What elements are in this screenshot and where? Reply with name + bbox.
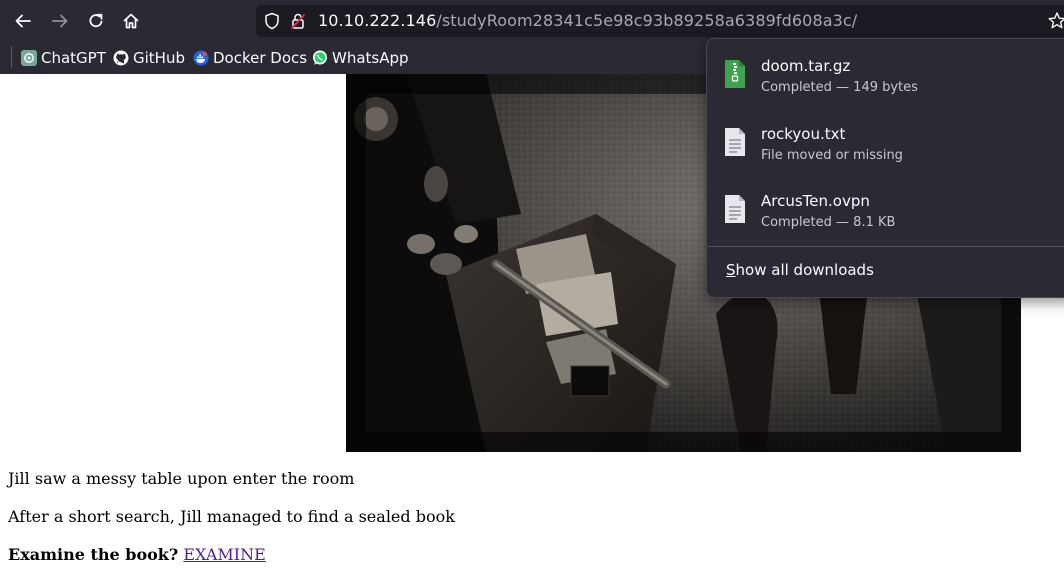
address-bar[interactable]: 10.10.222.146/studyRoom28341c5e98c93b892… — [256, 5, 1064, 37]
downloads-divider — [707, 246, 1064, 247]
download-filename: ArcusTen.ovpn — [761, 192, 870, 210]
story-line-2: After a short search, Jill managed to fi… — [8, 507, 455, 526]
github-icon — [113, 50, 129, 66]
download-status: File moved or missing — [761, 148, 903, 163]
show-all-label: how all downloads — [735, 261, 874, 279]
download-status: Completed — 149 bytes — [761, 80, 918, 95]
bookmark-label: ChatGPT — [41, 49, 106, 67]
show-all-downloads-button[interactable]: Show all downloads — [726, 261, 874, 279]
docker-icon — [193, 50, 209, 66]
bookmark-chatgpt[interactable]: ChatGPT — [21, 48, 106, 68]
examine-link[interactable]: EXAMINE — [183, 545, 265, 564]
home-icon — [123, 13, 139, 29]
insecure-lock-icon[interactable] — [289, 12, 307, 34]
bookmark-whatsapp[interactable]: WhatsApp — [312, 48, 409, 68]
url-host: 10.10.222.146 — [318, 11, 437, 30]
reload-button[interactable] — [83, 8, 109, 34]
tracking-protection-shield-icon[interactable] — [264, 12, 280, 34]
url-text[interactable]: 10.10.222.146/studyRoom28341c5e98c93b892… — [318, 11, 857, 30]
whatsapp-icon — [312, 50, 328, 66]
downloads-panel: doom.tar.gz Completed — 149 bytes rockyo… — [706, 38, 1064, 298]
forward-arrow-icon — [52, 14, 68, 28]
examine-prompt: Examine the book? EXAMINE — [8, 545, 266, 564]
bookmark-github[interactable]: GitHub — [113, 48, 185, 68]
bookmark-label: GitHub — [133, 49, 185, 67]
download-status: Completed — 8.1 KB — [761, 215, 896, 230]
home-button[interactable] — [118, 8, 144, 34]
back-button[interactable] — [10, 8, 36, 34]
bookmark-star-icon[interactable] — [1047, 11, 1064, 35]
browser-toolbar: 10.10.222.146/studyRoom28341c5e98c93b892… — [0, 0, 1064, 41]
back-arrow-icon — [15, 14, 31, 28]
bookmark-label: WhatsApp — [332, 49, 409, 67]
story-line-1: Jill saw a messy table upon enter the ro… — [8, 469, 355, 488]
show-all-accesskey: S — [726, 261, 736, 279]
examine-question: Examine the book? — [8, 545, 179, 564]
download-filename: doom.tar.gz — [761, 57, 851, 75]
download-item-rockyou[interactable]: rockyou.txt File moved or missing — [707, 118, 1064, 178]
reload-icon — [89, 13, 103, 28]
forward-button[interactable] — [47, 8, 73, 34]
download-item-ovpn[interactable]: ArcusTen.ovpn Completed — 8.1 KB — [707, 185, 1064, 245]
text-file-icon — [723, 194, 747, 228]
text-file-icon — [723, 127, 747, 161]
bookmark-label: Docker Docs — [213, 49, 308, 67]
bookmark-docker-docs[interactable]: Docker Docs — [193, 48, 307, 68]
url-path: /studyRoom28341c5e98c93b89258a6389fd608a… — [436, 11, 858, 30]
bookmarks-separator — [11, 46, 12, 68]
archive-file-icon — [723, 59, 747, 93]
download-filename: rockyou.txt — [761, 125, 846, 143]
download-item-doom[interactable]: doom.tar.gz Completed — 149 bytes — [707, 50, 1064, 110]
chatgpt-icon — [21, 50, 37, 66]
